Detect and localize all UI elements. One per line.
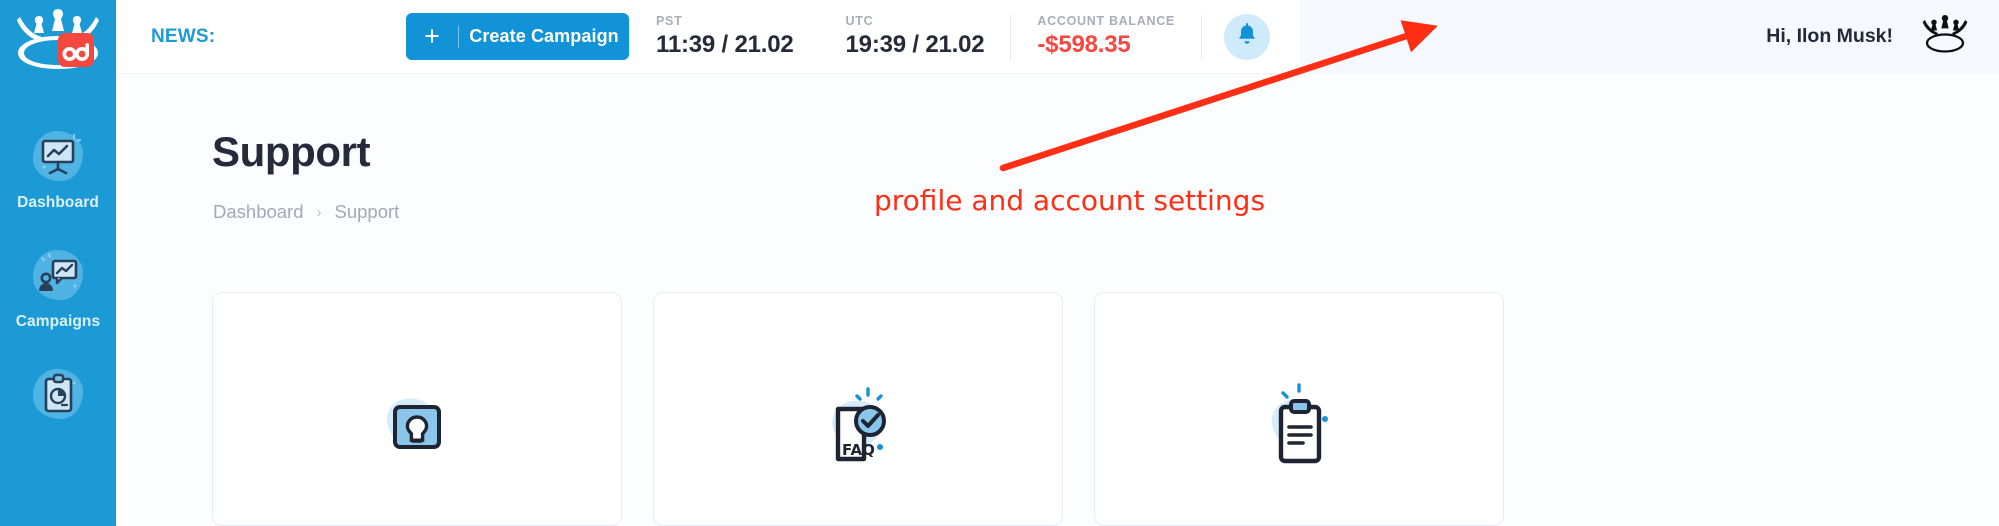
clock-utc-label: UTC [845,14,874,28]
faq-document-check-icon: FAQ [812,377,904,469]
svg-text:FAQ: FAQ [842,441,875,459]
clipboard-pie-chart-icon [27,365,89,423]
presentation-chart-icon [27,127,89,185]
plus-icon: + [424,21,440,51]
main-content: Support Dashboard › Support FAQ [116,74,1999,526]
create-campaign-label: Create Campaign [469,26,619,46]
profile-menu[interactable]: Hi, Ilon Musk! [1299,0,1999,74]
topbar: NEWS: + Create Campaign PST 11:39 / 21.0… [116,0,1999,74]
clipboard-list-icon [1253,377,1345,469]
support-cards: FAQ [212,292,1952,526]
clock-pst-label: PST [656,14,683,28]
app-logo[interactable] [0,0,116,75]
account-balance[interactable]: ACCOUNT BALANCE -$598.35 [1011,14,1201,59]
campaign-user-chart-icon [27,246,89,304]
clock-pst: PST 11:39 / 21.02 [630,14,820,59]
user-greeting: Hi, Ilon Musk! [1766,25,1893,47]
crown-icon [1919,15,1971,58]
bell-icon [1236,23,1258,50]
account-balance-label: ACCOUNT BALANCE [1037,14,1175,28]
breadcrumb-item-dashboard[interactable]: Dashboard [213,201,304,223]
clock-pst-value: 11:39 / 21.02 [656,31,794,58]
chevron-right-icon: › [316,203,322,221]
clock-utc: UTC 19:39 / 21.02 [820,14,1011,59]
notifications-button[interactable] [1223,13,1270,60]
support-card-knowledge-base[interactable] [212,292,622,526]
create-campaign-button[interactable]: + Create Campaign [406,13,629,60]
sidebar-item-label: Dashboard [17,194,99,211]
account-balance-value: -$598.35 [1037,31,1131,58]
sidebar-item-campaigns[interactable]: Campaigns [0,232,116,351]
divider [1200,14,1202,59]
support-card-tickets[interactable] [1094,292,1504,526]
sidebar: Dashboard Campaigns [0,0,116,526]
page-title: Support [212,128,371,175]
support-card-faq[interactable]: FAQ [653,292,1063,526]
sidebar-item-dashboard[interactable]: Dashboard [0,113,116,232]
sidebar-item-label: Campaigns [15,313,101,330]
clock-utc-value: 19:39 / 21.02 [845,31,985,58]
sidebar-item-reports[interactable] [0,351,116,452]
crown-ad-logo-icon [12,7,104,69]
breadcrumb-item-support: Support [334,201,400,222]
sidebar-nav: Dashboard Campaigns [0,75,116,452]
clock-group: PST 11:39 / 21.02 UTC 19:39 / 21.02 ACCO… [629,14,1202,59]
news-ticker: NEWS: [116,26,366,48]
app-window: Dashboard Campaigns NEWS: + Create Campa… [0,0,1999,526]
lightbulb-screen-icon [371,377,463,469]
breadcrumb: Dashboard › Support [213,201,399,223]
news-label: NEWS: [151,25,216,47]
avatar[interactable] [1919,14,1971,59]
